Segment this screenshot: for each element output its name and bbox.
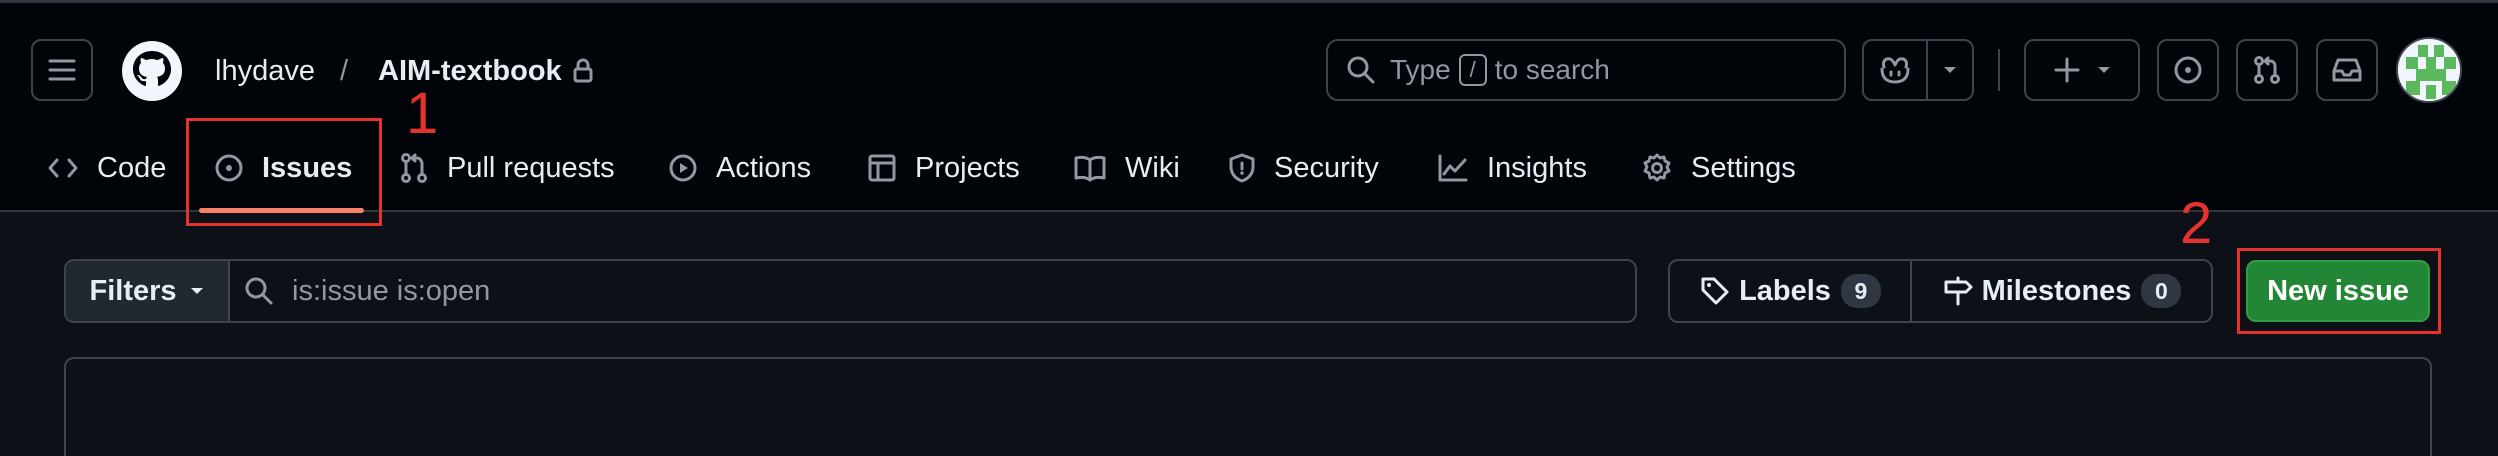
issue-opened-icon: [2174, 56, 2202, 84]
milestones-button[interactable]: Milestones 0: [1912, 261, 2211, 321]
tab-wiki[interactable]: Wiki: [1073, 143, 1180, 193]
filters-button[interactable]: Filters: [66, 261, 230, 321]
your-pull-requests-button[interactable]: [2236, 39, 2298, 101]
book-icon: [1074, 155, 1106, 182]
tab-actions[interactable]: Actions: [668, 143, 811, 193]
search-icon: [1347, 56, 1375, 84]
tab-label: Wiki: [1125, 151, 1180, 184]
issues-search-value: is:issue is:open: [292, 274, 491, 307]
repo-owner-link[interactable]: lhydave: [215, 55, 315, 88]
labels-button[interactable]: Labels 9: [1670, 261, 1912, 321]
tab-label: Settings: [1691, 151, 1796, 184]
hamburger-icon: [48, 59, 76, 81]
triangle-down-icon: [190, 288, 203, 294]
search-icon: [245, 277, 273, 305]
copilot-button[interactable]: [1864, 41, 1928, 99]
inbox-icon: [2332, 58, 2362, 82]
tab-label: Actions: [716, 151, 812, 184]
graph-icon: [1438, 154, 1468, 182]
labels-milestones-group: Labels 9 Milestones 0: [1668, 259, 2213, 323]
menu-button[interactable]: [31, 39, 93, 101]
triangle-down-icon: [2098, 67, 2110, 73]
your-issues-button[interactable]: [2157, 39, 2219, 101]
inbox-button[interactable]: [2316, 39, 2378, 101]
milestones-label: Milestones: [1981, 274, 2132, 307]
github-logo-icon[interactable]: [121, 40, 183, 102]
tab-label: Code: [97, 151, 167, 184]
tab-label: Pull requests: [447, 151, 615, 184]
play-icon: [669, 154, 697, 182]
lock-icon: [572, 58, 594, 84]
code-icon: [48, 158, 78, 178]
tag-icon: [1701, 277, 1729, 305]
filters-label: Filters: [89, 274, 177, 307]
search-suffix: to search: [1494, 54, 1610, 85]
plus-icon: [2054, 57, 2080, 83]
tab-code[interactable]: Code: [47, 143, 166, 193]
labels-count: 9: [1840, 274, 1881, 308]
search-shortcut-key: /: [1458, 54, 1487, 86]
copilot-dropdown-button[interactable]: [1928, 41, 1972, 99]
tab-projects[interactable]: Projects: [867, 143, 1020, 193]
gear-icon: [1643, 153, 1671, 182]
triangle-down-icon: [1944, 67, 1956, 73]
create-new-button[interactable]: [2024, 39, 2140, 101]
tab-label: Projects: [915, 151, 1020, 184]
issues-filter-bar: Filters is:issue is:open: [64, 259, 1637, 323]
tab-insights[interactable]: Insights: [1437, 143, 1587, 193]
tab-settings[interactable]: Settings: [1641, 143, 1796, 193]
labels-label: Labels: [1739, 274, 1831, 307]
table-icon: [868, 154, 896, 182]
milestone-icon: [1944, 276, 1973, 306]
tab-security[interactable]: Security: [1228, 143, 1379, 193]
annotation-box-issues-tab: [186, 118, 382, 226]
git-pull-request-icon: [2254, 56, 2280, 84]
search-prefix: Type: [1390, 54, 1451, 85]
copilot-button-group: [1862, 39, 1974, 101]
new-issue-button[interactable]: New issue: [2246, 260, 2430, 322]
tab-label: Insights: [1487, 151, 1587, 184]
header-divider: [1998, 49, 2000, 91]
avatar[interactable]: [2396, 37, 2462, 103]
tab-label: Security: [1274, 151, 1379, 184]
issues-search-input[interactable]: is:issue is:open: [230, 275, 490, 308]
copilot-icon: [1880, 57, 1910, 84]
breadcrumb-separator: /: [340, 55, 349, 87]
tab-pull-requests[interactable]: Pull requests: [399, 143, 615, 193]
global-search-input[interactable]: Type / to search: [1326, 39, 1846, 101]
milestones-count: 0: [2141, 274, 2182, 308]
issues-list-container: [64, 357, 2432, 456]
git-pull-request-icon: [401, 153, 427, 183]
annotation-number-1: 1: [406, 81, 439, 146]
shield-icon: [1229, 153, 1255, 183]
annotation-number-2: 2: [2180, 191, 2213, 256]
